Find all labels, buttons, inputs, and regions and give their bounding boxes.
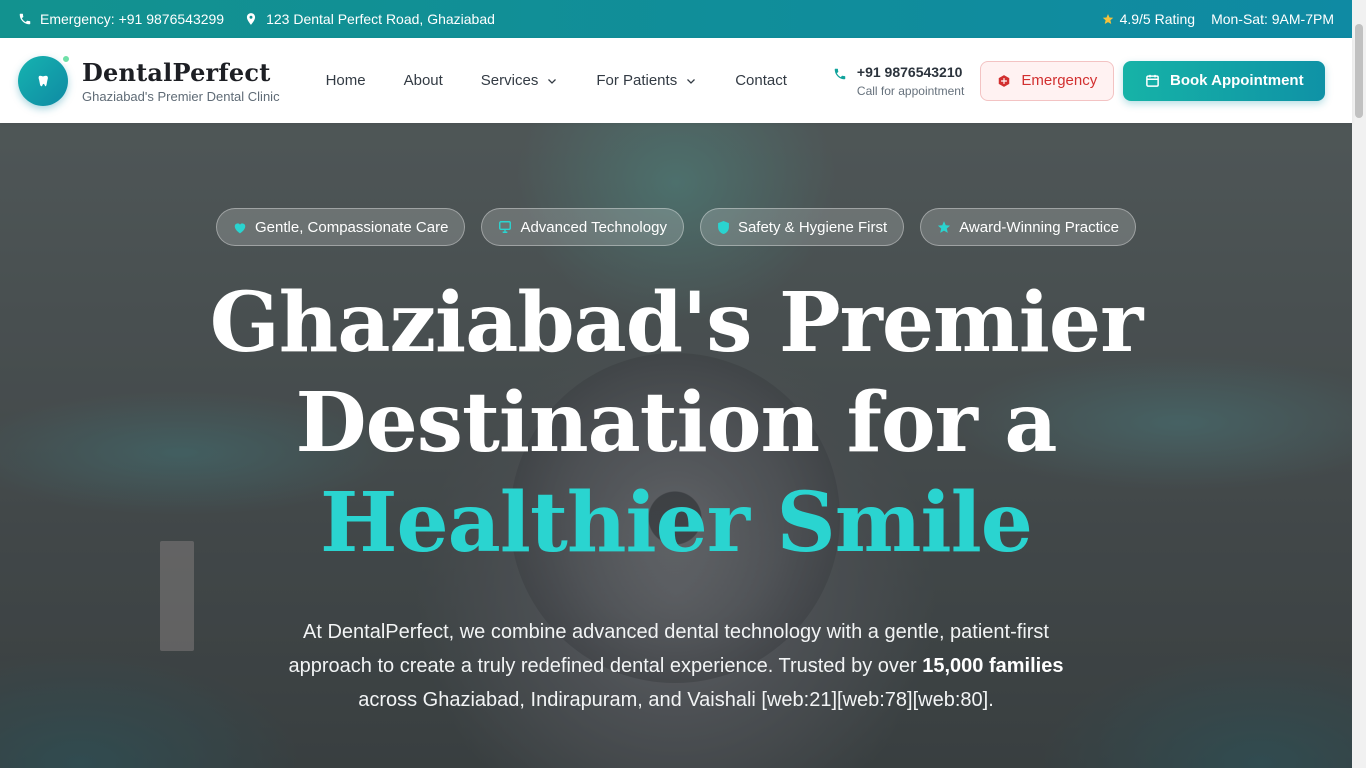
- header-phone[interactable]: +91 9876543210 Call for appointment: [833, 64, 964, 98]
- shield-icon: [718, 220, 729, 234]
- nav-for-patients[interactable]: For Patients: [596, 72, 697, 89]
- phone-icon: [19, 13, 31, 25]
- heart-icon: [234, 222, 246, 233]
- phone-icon: [834, 68, 846, 79]
- logo-status-dot: [61, 53, 71, 64]
- nav-about-label: About: [403, 72, 443, 89]
- chevron-down-icon: [687, 78, 696, 84]
- desc-line-2: approach to create a truly redefined den…: [0, 649, 1352, 683]
- desc-line-2-text: approach to create a truly redefined den…: [288, 655, 923, 677]
- ambulance-icon: [999, 74, 1010, 87]
- logo[interactable]: [18, 53, 71, 106]
- address-text: 123 Dental Perfect Road, Ghaziabad: [266, 11, 495, 27]
- brand-name: DentalPerfect: [82, 57, 271, 87]
- badge-label: Advanced Technology: [520, 218, 667, 236]
- feature-badges: Gentle, Compassionate Care Advanced Tech…: [0, 208, 1352, 246]
- desc-families-count: 15,000 families: [922, 655, 1064, 677]
- headline-line-1: Ghaziabad's Premier: [209, 275, 1144, 371]
- brand-tagline: Ghaziabad's Premier Dental Clinic: [82, 88, 280, 104]
- headline-line-2: Destination for a: [295, 375, 1058, 471]
- calendar-icon: [1146, 74, 1159, 87]
- brand[interactable]: DentalPerfect Ghaziabad's Premier Dental…: [82, 58, 280, 104]
- site-header: DentalPerfect Ghaziabad's Premier Dental…: [0, 38, 1352, 123]
- badge-safety-hygiene: Safety & Hygiene First: [699, 208, 905, 246]
- badge-advanced-technology: Advanced Technology: [481, 208, 684, 246]
- desc-line-3: across Ghaziabad, Indirapuram, and Vaish…: [358, 689, 994, 711]
- phone-caption: Call for appointment: [856, 83, 965, 98]
- desc-line-1: At DentalPerfect, we combine advanced de…: [303, 621, 1049, 643]
- nav-contact[interactable]: Contact: [735, 72, 787, 89]
- nav-about[interactable]: About: [404, 72, 443, 89]
- star-icon: [1102, 14, 1113, 24]
- hero-description: At DentalPerfect, we combine advanced de…: [0, 615, 1352, 717]
- rating-text: 4.9/5 Rating: [1119, 11, 1196, 27]
- phone-number: +91 9876543210: [856, 63, 963, 80]
- badge-gentle-care: Gentle, Compassionate Care: [216, 208, 466, 246]
- badge-label: Safety & Hygiene First: [737, 218, 888, 236]
- book-appointment-label: Book Appointment: [1170, 72, 1304, 89]
- book-appointment-button[interactable]: Book Appointment: [1123, 60, 1326, 101]
- star-icon: [938, 221, 951, 233]
- emergency-text: Emergency: +91 9876543299: [40, 11, 225, 27]
- headline-accent: Healthier Smile: [320, 475, 1033, 571]
- emergency-button-label: Emergency: [1021, 72, 1098, 89]
- scrollbar-thumb[interactable]: [1355, 24, 1363, 118]
- map-pin-icon: [247, 13, 256, 25]
- nav-services[interactable]: Services: [481, 72, 559, 89]
- emergency-contact[interactable]: Emergency: +91 9876543299: [18, 11, 224, 27]
- rating: 4.9/5 Rating: [1102, 11, 1196, 27]
- emergency-button[interactable]: Emergency: [980, 60, 1115, 101]
- nav-contact-label: Contact: [735, 72, 787, 89]
- nav-services-label: Services: [480, 72, 539, 89]
- hero-section: Gentle, Compassionate Care Advanced Tech…: [0, 123, 1352, 768]
- address: 123 Dental Perfect Road, Ghaziabad: [244, 11, 495, 27]
- hero-headline: Ghaziabad's Premier Destination for a He…: [0, 273, 1352, 573]
- badge-label: Award-Winning Practice: [959, 218, 1119, 236]
- nav-home-label: Home: [325, 72, 366, 89]
- main-nav: Home About Services For Patients Contact: [326, 72, 787, 89]
- tooth-icon: [38, 75, 48, 86]
- hours-text: Mon-Sat: 9AM-7PM: [1211, 11, 1334, 27]
- page-scrollbar[interactable]: [1352, 0, 1366, 768]
- monitor-icon: [499, 221, 512, 233]
- nav-for-patients-label: For Patients: [596, 72, 678, 89]
- badge-award-winning: Award-Winning Practice: [920, 208, 1136, 246]
- top-info-bar: Emergency: +91 9876543299 123 Dental Per…: [0, 0, 1352, 38]
- nav-home[interactable]: Home: [326, 72, 366, 89]
- badge-label: Gentle, Compassionate Care: [255, 218, 449, 236]
- chevron-down-icon: [548, 78, 557, 84]
